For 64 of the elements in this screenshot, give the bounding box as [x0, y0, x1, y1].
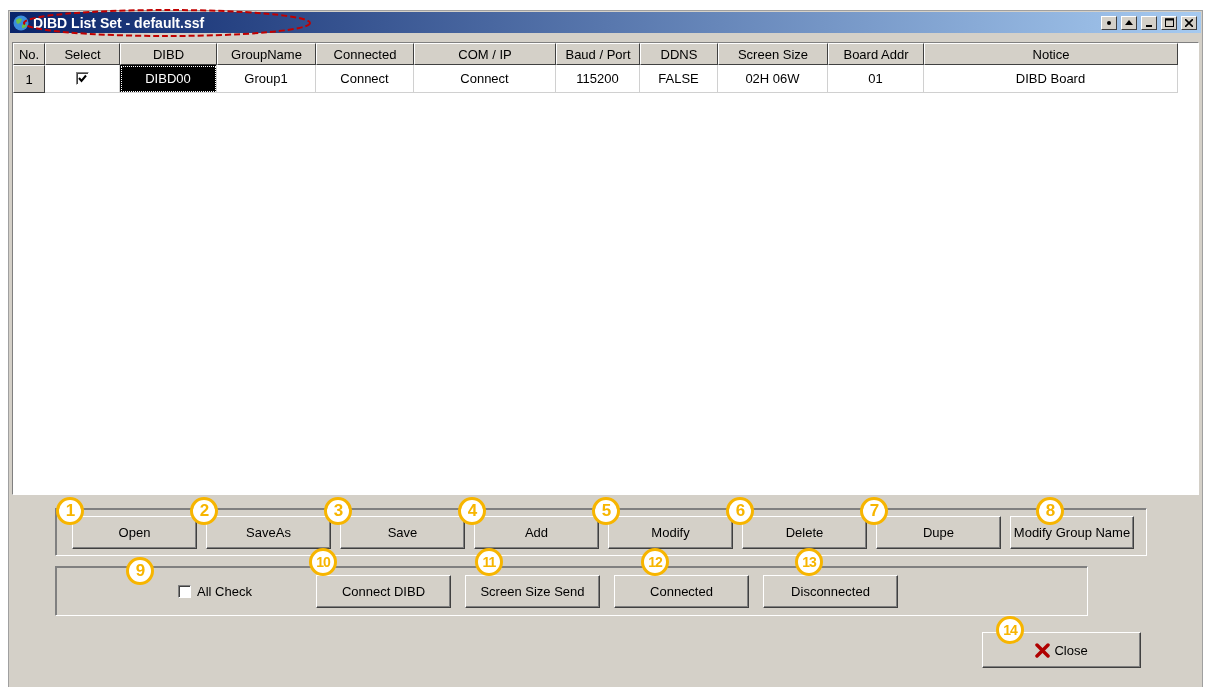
column-header[interactable]: Screen Size — [718, 43, 828, 65]
table-cell: DIBD Board — [924, 65, 1178, 93]
callout-badge: 13 — [795, 547, 823, 576]
column-header[interactable]: Board Addr — [828, 43, 924, 65]
close-icon — [1185, 18, 1193, 27]
column-header[interactable]: COM / IP — [414, 43, 556, 65]
all-check-checkbox[interactable] — [178, 584, 191, 598]
action-button[interactable]: SaveAs — [206, 515, 331, 549]
action-button[interactable]: Add — [474, 515, 599, 549]
x-mark-icon — [1035, 642, 1051, 658]
callout-badge: 2 — [190, 496, 218, 525]
maximize-icon — [1164, 18, 1174, 27]
callout-badge: 5 — [592, 496, 620, 525]
column-header[interactable]: Notice — [924, 43, 1178, 65]
action-button[interactable]: Delete — [742, 515, 867, 549]
all-check-label: All Check — [197, 583, 252, 599]
callout-badge: 3 — [324, 496, 352, 525]
row-number: 1 — [13, 65, 45, 93]
column-header[interactable]: DDNS — [640, 43, 718, 65]
column-header[interactable]: DIBD — [120, 43, 217, 65]
action-button[interactable]: Connected — [614, 574, 749, 608]
column-header[interactable]: Select — [45, 43, 120, 65]
callout-badge: 6 — [726, 496, 754, 525]
check-icon — [77, 74, 87, 83]
callout-badge: 11 — [475, 547, 503, 576]
action-button[interactable]: Disconnected — [763, 574, 898, 608]
dot-icon — [1107, 20, 1111, 25]
table-cell: FALSE — [640, 65, 718, 93]
callout-badge: 12 — [641, 547, 669, 576]
callout-badge: 8 — [1036, 496, 1064, 525]
callout-badge: 10 — [309, 547, 337, 576]
column-header[interactable]: Baud / Port — [556, 43, 640, 65]
globe-icon — [13, 14, 29, 31]
callout-badge: 9 — [126, 556, 154, 585]
table-cell: Connect — [414, 65, 556, 93]
column-header[interactable]: Connected — [316, 43, 414, 65]
action-button[interactable]: Modify Group Name — [1010, 515, 1134, 549]
callout-badge: 14 — [996, 616, 1024, 644]
close-button[interactable] — [1181, 15, 1197, 30]
pin-button[interactable] — [1101, 15, 1117, 30]
action-button[interactable]: Dupe — [876, 515, 1001, 549]
action-button[interactable]: Save — [340, 515, 465, 549]
roll-up-button[interactable] — [1121, 15, 1137, 30]
callout-badge: 1 — [56, 496, 84, 525]
select-checkbox[interactable] — [75, 72, 89, 85]
callout-badge: 4 — [458, 496, 486, 525]
table-cell: DIBD00 — [120, 65, 217, 93]
action-button[interactable]: Open — [72, 515, 197, 549]
table-cell: 02H 06W — [718, 65, 828, 93]
table-cell: 01 — [828, 65, 924, 93]
action-button[interactable]: Screen Size Send — [465, 574, 600, 608]
table-cell: Connect — [316, 65, 414, 93]
minimize-icon — [1146, 24, 1152, 27]
callout-badge: 7 — [860, 496, 888, 525]
triangle-up-icon — [1125, 20, 1133, 25]
action-button[interactable]: Connect DIBD — [316, 574, 451, 608]
action-button[interactable]: Modify — [608, 515, 733, 549]
column-header[interactable]: No. — [13, 43, 45, 65]
minimize-button[interactable] — [1141, 15, 1157, 30]
table-cell: 115200 — [556, 65, 640, 93]
column-header[interactable]: GroupName — [217, 43, 316, 65]
table-cell: Group1 — [217, 65, 316, 93]
window-title: DIBD List Set - default.ssf — [33, 14, 206, 31]
maximize-button[interactable] — [1161, 15, 1177, 30]
